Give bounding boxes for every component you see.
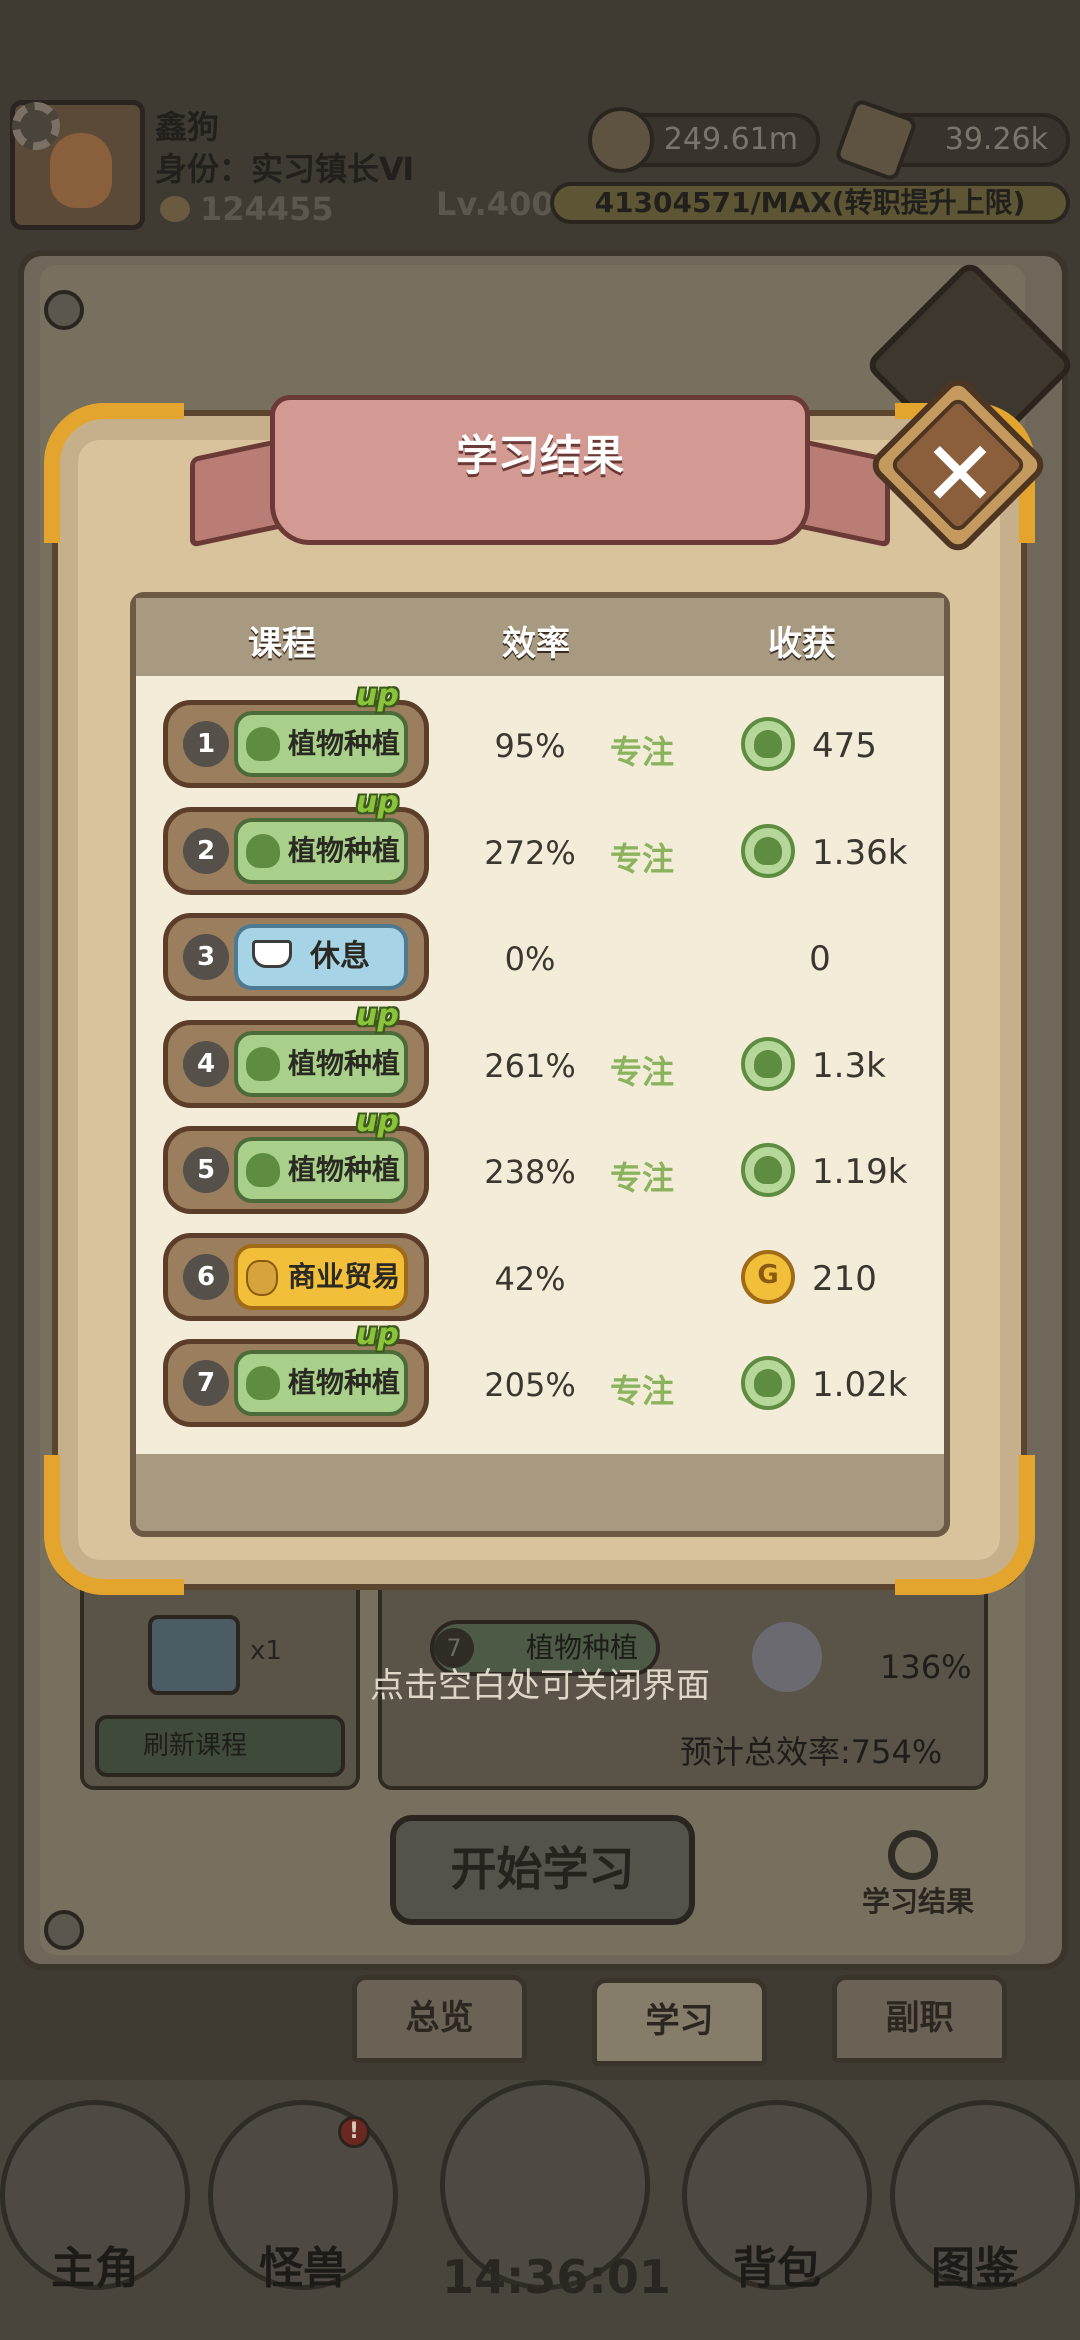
gold-corner-ornament [44, 403, 184, 543]
header-course: 课程 [248, 624, 316, 664]
close-hint: 点击空白处可关闭界面 [370, 1666, 710, 1706]
money-bag-icon [246, 1260, 278, 1296]
coin-icon [160, 196, 190, 222]
start-study-button[interactable]: 开始学习 [390, 1815, 695, 1925]
focus-tag: 专注 [610, 840, 675, 878]
efficiency-value: 0% [504, 940, 556, 978]
nav-hero-label[interactable]: 主角 [0, 2232, 190, 2296]
player-role: 身份：实习镇长Ⅵ [155, 150, 415, 188]
gain-value: 1.19k [812, 1152, 908, 1192]
focus-tag: 专注 [610, 1053, 675, 1091]
row-number: 7 [183, 1360, 229, 1406]
gain-value: 1.3k [812, 1046, 886, 1086]
efficiency-value: 272% [484, 834, 576, 872]
gain-value: 0 [809, 939, 831, 979]
gain-value: 475 [812, 726, 877, 766]
nav-monster-label[interactable]: 怪兽 [208, 2232, 398, 2296]
player-coins: 124455 [200, 190, 334, 228]
efficiency-value: 95% [494, 727, 566, 765]
upgrade-up-badge: up [356, 1317, 399, 1352]
study-results-link[interactable]: 学习结果 [862, 1880, 974, 1920]
alert-badge-icon: ! [338, 2116, 370, 2148]
upgrade-up-badge: up [356, 678, 399, 713]
leaf-icon [246, 727, 280, 761]
gain-value: 210 [812, 1259, 877, 1299]
upgrade-up-badge: up [356, 1104, 399, 1139]
settings-gear-icon[interactable] [12, 102, 60, 150]
tab-study[interactable]: 学习 [592, 1978, 767, 2066]
coffee-cup-icon [252, 940, 292, 968]
gold-ring-icon [588, 107, 654, 173]
tab-side-job[interactable]: 副职 [832, 1975, 1007, 2063]
popup-title: 学习结果 [455, 431, 624, 480]
gain-value: 1.36k [812, 833, 908, 873]
pin-icon [44, 1910, 84, 1950]
player-name: 鑫狗 [155, 108, 220, 146]
efficiency-value: 238% [484, 1153, 576, 1191]
efficiency-value: 205% [484, 1366, 576, 1404]
nav-codex-label[interactable]: 图鉴 [880, 2232, 1070, 2296]
efficiency-value: 42% [494, 1260, 566, 1298]
pin-icon [44, 290, 84, 330]
total-efficiency: 预计总效率:754% [680, 1733, 943, 1771]
exp-bar: 41304571/MAX(转职提升上限) [550, 182, 1070, 224]
focus-tag: 专注 [610, 733, 675, 771]
tab-overview[interactable]: 总览 [352, 1975, 527, 2063]
row-number: 1 [183, 721, 229, 767]
focus-tag: 专注 [610, 1372, 675, 1410]
player-level: Lv.400 [436, 185, 554, 223]
upgrade-up-badge: up [356, 785, 399, 820]
leaf-icon [246, 1047, 280, 1081]
focus-tag: 专注 [610, 1159, 675, 1197]
leaf-shape [754, 1050, 782, 1078]
row-number: 4 [183, 1041, 229, 1087]
leaf-shape [754, 1156, 782, 1184]
leaf-icon [246, 1153, 280, 1187]
gold-bag-label: G [757, 1260, 779, 1290]
leaf-icon [246, 1366, 280, 1400]
leaf-shape [754, 837, 782, 865]
gain-value: 1.02k [812, 1365, 908, 1405]
upgrade-up-badge: up [356, 998, 399, 1033]
leaf-shape [754, 730, 782, 758]
avatar-face [50, 133, 112, 208]
efficiency-value: 261% [484, 1047, 576, 1085]
row-number: 5 [183, 1147, 229, 1193]
game-clock: 14:36:01 [442, 2250, 671, 2304]
row-number: 3 [183, 934, 229, 980]
leaf-shape [754, 1369, 782, 1397]
header-efficiency: 效率 [502, 624, 570, 664]
header-gain: 收获 [768, 624, 836, 664]
nav-backpack-label[interactable]: 背包 [682, 2232, 872, 2296]
close-x-icon[interactable]: ✕ [905, 420, 1015, 530]
refresh-course-button[interactable]: 刷新课程 [95, 1715, 345, 1777]
row-number: 6 [183, 1254, 229, 1300]
leaf-icon [246, 834, 280, 868]
row-number: 2 [183, 828, 229, 874]
magnifier-icon[interactable] [888, 1830, 938, 1880]
